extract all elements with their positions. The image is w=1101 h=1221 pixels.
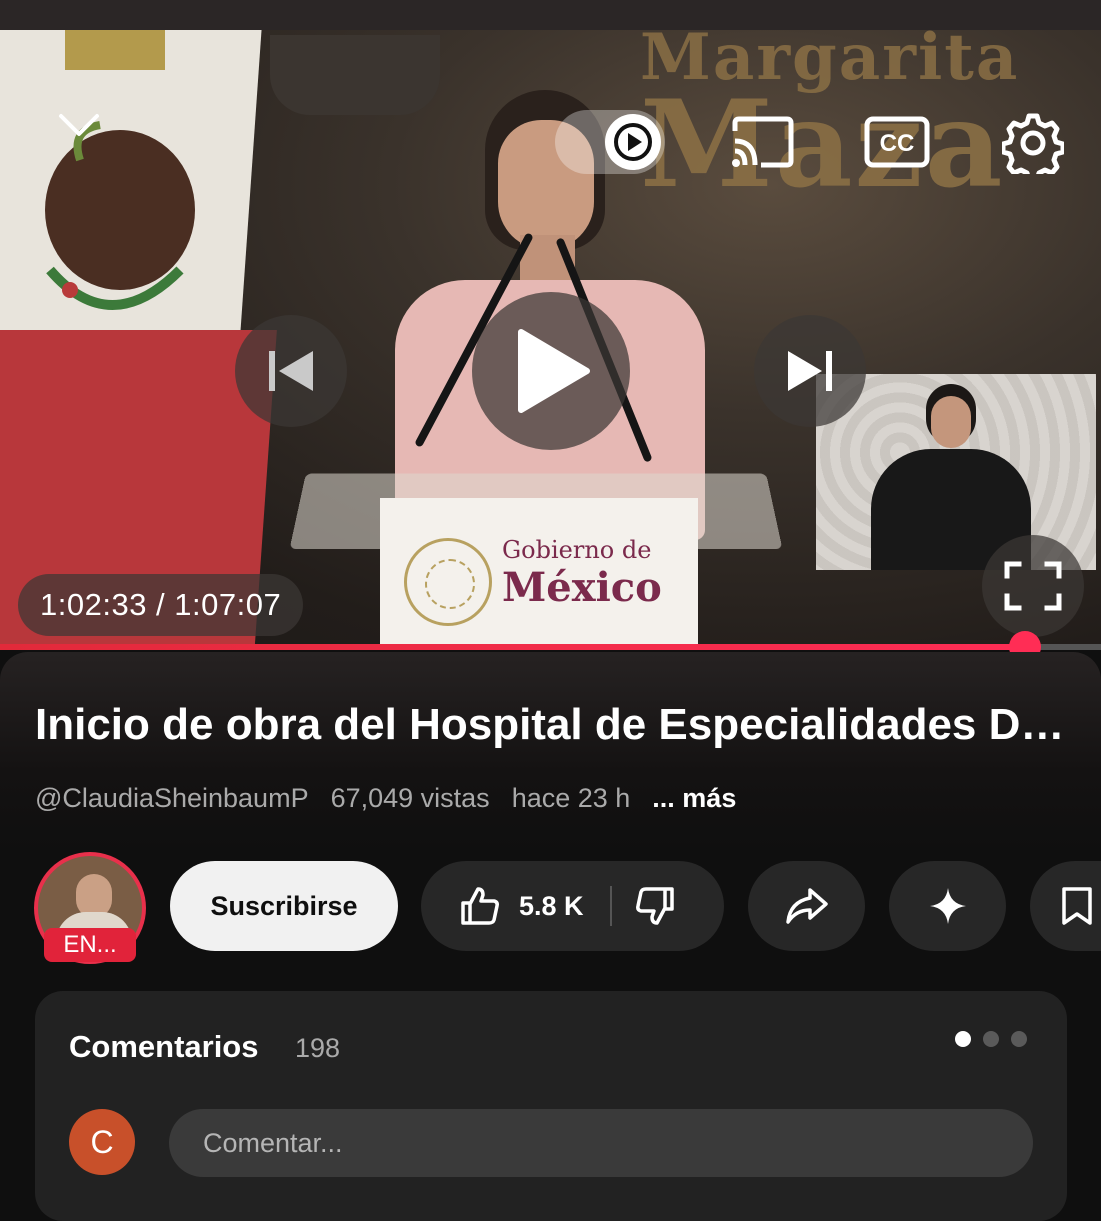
autoplay-toggle[interactable]: [555, 110, 665, 174]
comments-section[interactable]: Comentarios 198 C: [35, 991, 1067, 1221]
comments-heading: Comentarios: [69, 1029, 259, 1064]
channel-handle[interactable]: @ClaudiaSheinbaumP: [35, 783, 309, 814]
play-icon: [518, 329, 590, 413]
like-divider: [609, 886, 612, 926]
live-badge: EN...: [44, 928, 136, 962]
like-button[interactable]: 5.8 K: [459, 885, 584, 927]
share-icon: [785, 888, 828, 924]
captions-button[interactable]: CC: [862, 114, 932, 170]
view-count: 67,049 vistas: [330, 783, 490, 813]
video-title[interactable]: Inicio de obra del Hospital de Especiali…: [35, 700, 1075, 750]
gear-icon: [1002, 113, 1064, 174]
government-seal-icon: [404, 538, 492, 626]
settings-button[interactable]: [1000, 110, 1066, 176]
fullscreen-button[interactable]: [982, 535, 1084, 637]
podium-sign: Gobierno de México: [380, 498, 698, 648]
channel-avatar-button[interactable]: EN...: [34, 852, 146, 964]
like-dislike-group: 5.8 K: [421, 861, 724, 951]
bookmark-icon: [1062, 887, 1092, 925]
podium-text-line2: México: [502, 564, 662, 611]
flag-emblem-icon: [45, 121, 195, 310]
progress-fill: [0, 644, 1026, 650]
page-dot: [983, 1031, 999, 1047]
skip-next-icon: [788, 351, 832, 391]
dislike-button[interactable]: [634, 885, 676, 927]
progress-bar[interactable]: [0, 631, 1101, 663]
podium-text-line1: Gobierno de: [502, 536, 652, 564]
pagination-dots: [955, 1031, 1027, 1047]
cc-icon: CC: [864, 116, 930, 168]
play-toggle-icon: [614, 123, 652, 161]
comments-count: 198: [295, 1033, 341, 1063]
thumbs-up-icon: [461, 887, 499, 925]
page-dot-active: [955, 1031, 971, 1047]
cast-icon: [732, 116, 794, 168]
time-display: 1:02:33 / 1:07:07: [18, 574, 304, 636]
autoplay-knob: [605, 114, 661, 170]
video-metadata[interactable]: @ClaudiaSheinbaumP 67,049 vistas hace 23…: [35, 783, 736, 814]
upload-age: hace 23 h: [511, 783, 631, 813]
minimize-button[interactable]: [54, 100, 104, 150]
next-video-button[interactable]: [754, 315, 866, 427]
ask-ai-button[interactable]: [889, 861, 1006, 951]
share-button[interactable]: [748, 861, 865, 951]
more-link[interactable]: ... más: [652, 783, 736, 814]
previous-video-button[interactable]: [235, 315, 347, 427]
mexican-flag: [0, 30, 277, 650]
like-count: 5.8 K: [519, 890, 584, 921]
subscribe-button[interactable]: Suscribirse: [170, 861, 398, 951]
user-avatar: C: [69, 1109, 135, 1175]
cast-button[interactable]: [727, 112, 797, 172]
video-player[interactable]: Margarita Maza Gobierno de México CC 1:0…: [0, 30, 1101, 650]
top-strip: [0, 0, 1101, 30]
comment-input[interactable]: [169, 1109, 1033, 1177]
chevron-down-icon: [59, 114, 99, 136]
skip-previous-icon: [269, 351, 313, 391]
play-button[interactable]: [472, 292, 630, 450]
sparkle-icon: [929, 888, 966, 924]
captions-label: CC: [880, 130, 915, 157]
fullscreen-icon: [1004, 561, 1062, 611]
thumbs-down-icon: [635, 887, 674, 925]
page-dot: [1011, 1031, 1027, 1047]
